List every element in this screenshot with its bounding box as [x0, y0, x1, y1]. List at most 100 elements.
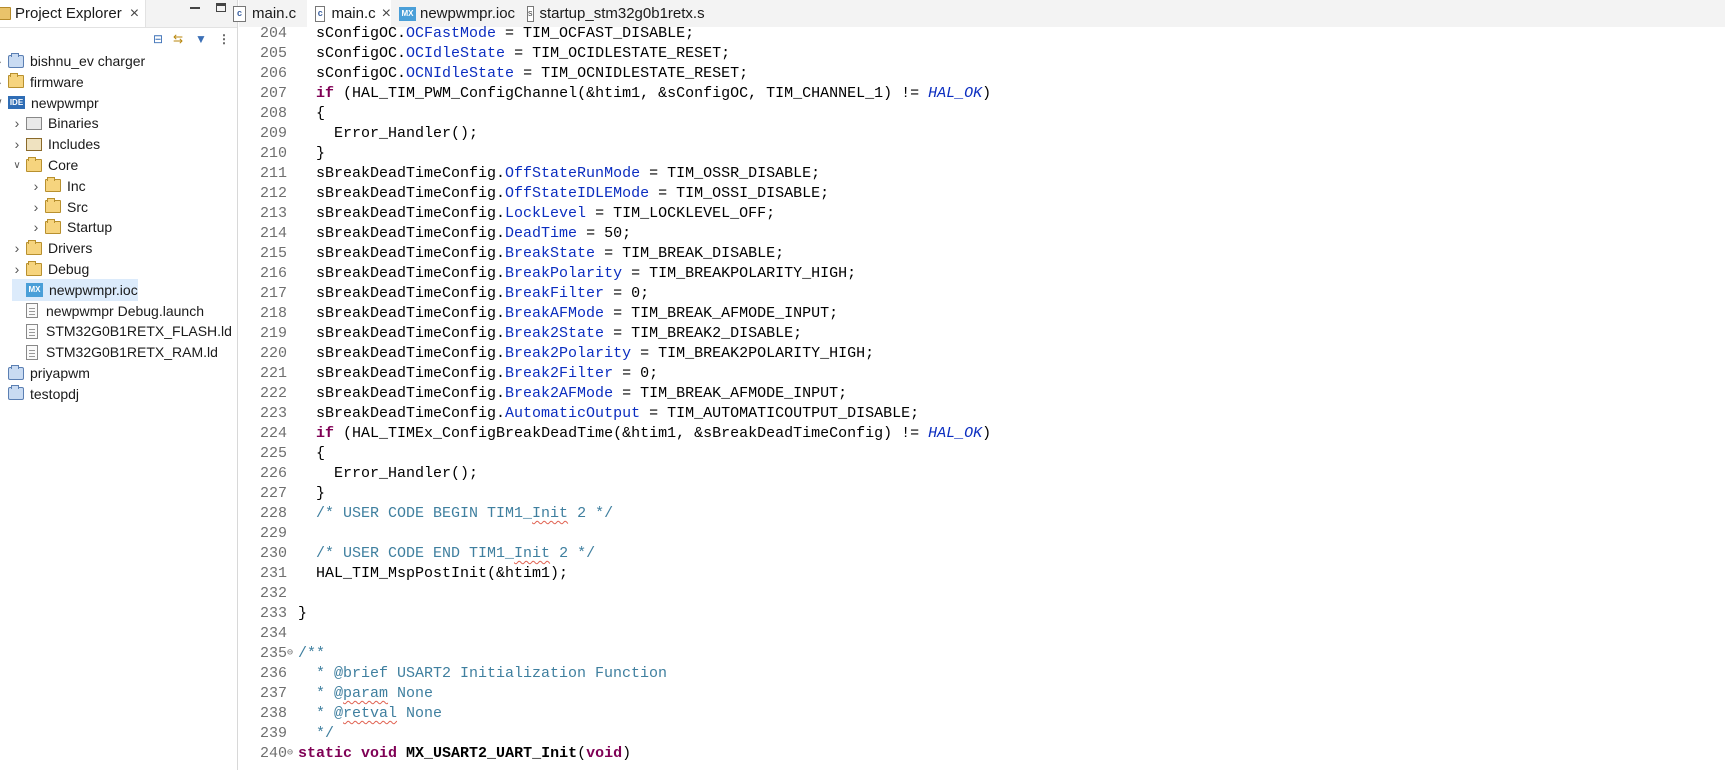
code-line[interactable]: 221 sBreakDeadTimeConfig.Break2Filter = …	[239, 364, 1719, 384]
code-line[interactable]: 219 sBreakDeadTimeConfig.Break2State = T…	[239, 324, 1719, 344]
code-text: /**	[298, 644, 325, 664]
code-token: Init	[532, 505, 569, 522]
editor-tab[interactable]: c main.c ×	[307, 0, 391, 27]
chevron-down-icon[interactable]: ∨	[12, 160, 22, 171]
link-with-editor-icon[interactable]: ⇆	[170, 31, 186, 47]
tree-item-label: newpwmpr.ioc	[49, 281, 138, 298]
collapse-all-icon[interactable]: ⊟	[150, 31, 166, 47]
tree-item[interactable]: STM32G0B1RETX_RAM.ld	[12, 341, 218, 363]
code-line[interactable]: 217 sBreakDeadTimeConfig.BreakFilter = 0…	[239, 284, 1719, 304]
chevron-right-icon[interactable]: ›	[0, 74, 4, 90]
chevron-right-icon[interactable]: ›	[12, 261, 22, 277]
project-explorer-tab[interactable]: Project Explorer ×	[0, 0, 147, 27]
code-line[interactable]: 231 HAL_TIM_MspPostInit(&htim1);	[239, 564, 1719, 584]
minimize-icon	[190, 3, 200, 9]
code-line[interactable]: 216 sBreakDeadTimeConfig.BreakPolarity =…	[239, 264, 1719, 284]
code-line[interactable]: 208 {	[239, 104, 1719, 124]
code-line[interactable]: 209 Error_Handler();	[239, 124, 1719, 144]
chevron-right-icon[interactable]: ›	[31, 178, 41, 194]
tree-item[interactable]: › firmware	[0, 71, 84, 93]
code-line[interactable]: 236 * @brief USART2 Initialization Funct…	[239, 664, 1719, 684]
code-line[interactable]: 234	[239, 624, 1719, 644]
code-line[interactable]: 237 * @param None	[239, 684, 1719, 704]
c-file-icon: c	[315, 5, 326, 22]
tree-item[interactable]: priyapwm	[0, 362, 90, 384]
code-editor[interactable]: 204 sConfigOC.OCFastMode = TIM_OCFAST_DI…	[239, 24, 1725, 770]
code-line[interactable]: 239 */	[239, 724, 1719, 744]
chevron-right-icon[interactable]: ›	[12, 115, 22, 131]
editor-tab[interactable]: s startup_stm32g0b1retx.s	[519, 0, 705, 27]
code-line[interactable]: 211 sBreakDeadTimeConfig.OffStateRunMode…	[239, 164, 1719, 184]
code-line[interactable]: 212 sBreakDeadTimeConfig.OffStateIDLEMod…	[239, 184, 1719, 204]
includes-icon	[26, 137, 42, 151]
tree-item[interactable]: › bishnu_ev charger	[0, 50, 145, 72]
code-line[interactable]: 204 sConfigOC.OCFastMode = TIM_OCFAST_DI…	[239, 24, 1719, 44]
view-menu-icon[interactable]: ⋮	[216, 31, 232, 47]
tree-item-label: Inc	[67, 177, 86, 194]
chevron-right-icon[interactable]: ›	[31, 199, 41, 215]
code-token: {	[298, 105, 326, 122]
line-number: 232	[259, 585, 287, 602]
tree-item[interactable]: › Src	[31, 196, 88, 218]
chevron-down-icon[interactable]: ∨	[0, 97, 4, 108]
code-line[interactable]: 222 sBreakDeadTimeConfig.Break2AFMode = …	[239, 384, 1719, 404]
tree-item[interactable]: ∨ Core	[12, 154, 78, 176]
code-line[interactable]: 224 if (HAL_TIMEx_ConfigBreakDeadTime(&h…	[239, 424, 1719, 444]
tree-item[interactable]: MX newpwmpr.ioc	[12, 278, 138, 301]
chevron-right-icon[interactable]: ›	[12, 240, 22, 256]
fold-toggle-icon[interactable]: ⊖	[287, 644, 297, 664]
tree-item[interactable]: › Binaries	[12, 112, 99, 134]
code-line[interactable]: 210 }	[239, 144, 1719, 164]
chevron-right-icon[interactable]: ›	[0, 53, 4, 69]
code-line[interactable]: 226 Error_Handler();	[239, 464, 1719, 484]
editor-tab[interactable]: MX newpwmpr.ioc	[391, 0, 516, 27]
code-line[interactable]: 213 sBreakDeadTimeConfig.LockLevel = TIM…	[239, 204, 1719, 224]
fold-toggle-icon[interactable]: ⊖	[287, 744, 297, 764]
minimize-button[interactable]	[190, 3, 202, 13]
tree-item[interactable]: › Debug	[12, 258, 89, 280]
code-line[interactable]: 215 sBreakDeadTimeConfig.BreakState = TI…	[239, 244, 1719, 264]
editor-tab[interactable]: c main.c	[225, 0, 305, 27]
code-line[interactable]: 233}	[239, 604, 1719, 624]
code-line[interactable]: 240 ⊖ static void MX_USART2_UART_Init(void…	[239, 744, 1719, 764]
code-line[interactable]: 232	[239, 584, 1719, 604]
code-token: 2 */	[568, 505, 614, 522]
tree-item[interactable]: STM32G0B1RETX_FLASH.ld	[12, 320, 232, 342]
tree-item[interactable]: › Inc	[31, 175, 86, 197]
code-line[interactable]: 223 sBreakDeadTimeConfig.AutomaticOutput…	[239, 404, 1719, 424]
code-token: = 0;	[613, 365, 659, 382]
tree-item[interactable]: › Startup	[31, 216, 112, 238]
tree-item[interactable]: ∨ IDE newpwmpr	[0, 92, 99, 114]
close-icon[interactable]: ×	[130, 5, 139, 22]
code-line[interactable]: 206 sConfigOC.OCNIdleState = TIM_OCNIDLE…	[239, 64, 1719, 84]
code-line[interactable]: 235 ⊖/**	[239, 644, 1719, 664]
code-line[interactable]: 230 /* USER CODE END TIM1_Init 2 */	[239, 544, 1719, 564]
code-line[interactable]: 218 sBreakDeadTimeConfig.BreakAFMode = T…	[239, 304, 1719, 324]
code-token: None	[397, 705, 443, 722]
code-line[interactable]: 207 if (HAL_TIM_PWM_ConfigChannel(&htim1…	[239, 84, 1719, 104]
code-token: Error_Handler();	[298, 465, 479, 482]
tree-item[interactable]: newpwmpr Debug.launch	[12, 300, 204, 322]
code-text: * @retval None	[298, 704, 442, 724]
project-icon	[8, 52, 24, 68]
code-line[interactable]: 238 * @retval None	[239, 704, 1719, 724]
close-icon[interactable]: ×	[382, 5, 391, 22]
code-text: * @brief USART2 Initialization Function	[298, 664, 667, 684]
code-token: if	[316, 85, 335, 102]
chevron-right-icon[interactable]: ›	[12, 136, 22, 152]
code-line[interactable]: 214 sBreakDeadTimeConfig.DeadTime = 50;	[239, 224, 1719, 244]
code-line[interactable]: 229	[239, 524, 1719, 544]
tree-item[interactable]: › Drivers	[12, 237, 92, 259]
line-number: 239	[259, 725, 287, 742]
code-line[interactable]: 227 }	[239, 484, 1719, 504]
tree-item[interactable]: › Includes	[12, 133, 101, 155]
code-line[interactable]: 220 sBreakDeadTimeConfig.Break2Polarity …	[239, 344, 1719, 364]
tree-item[interactable]: testopdj	[0, 383, 79, 405]
line-number: 207	[259, 85, 287, 102]
chevron-right-icon[interactable]: ›	[31, 219, 41, 235]
code-text: sBreakDeadTimeConfig.DeadTime = 50;	[298, 224, 631, 244]
code-line[interactable]: 228 /* USER CODE BEGIN TIM1_Init 2 */	[239, 504, 1719, 524]
code-line[interactable]: 205 sConfigOC.OCIdleState = TIM_OCIDLEST…	[239, 44, 1719, 64]
filter-icon[interactable]: ▼	[193, 31, 209, 47]
code-line[interactable]: 225 {	[239, 444, 1719, 464]
